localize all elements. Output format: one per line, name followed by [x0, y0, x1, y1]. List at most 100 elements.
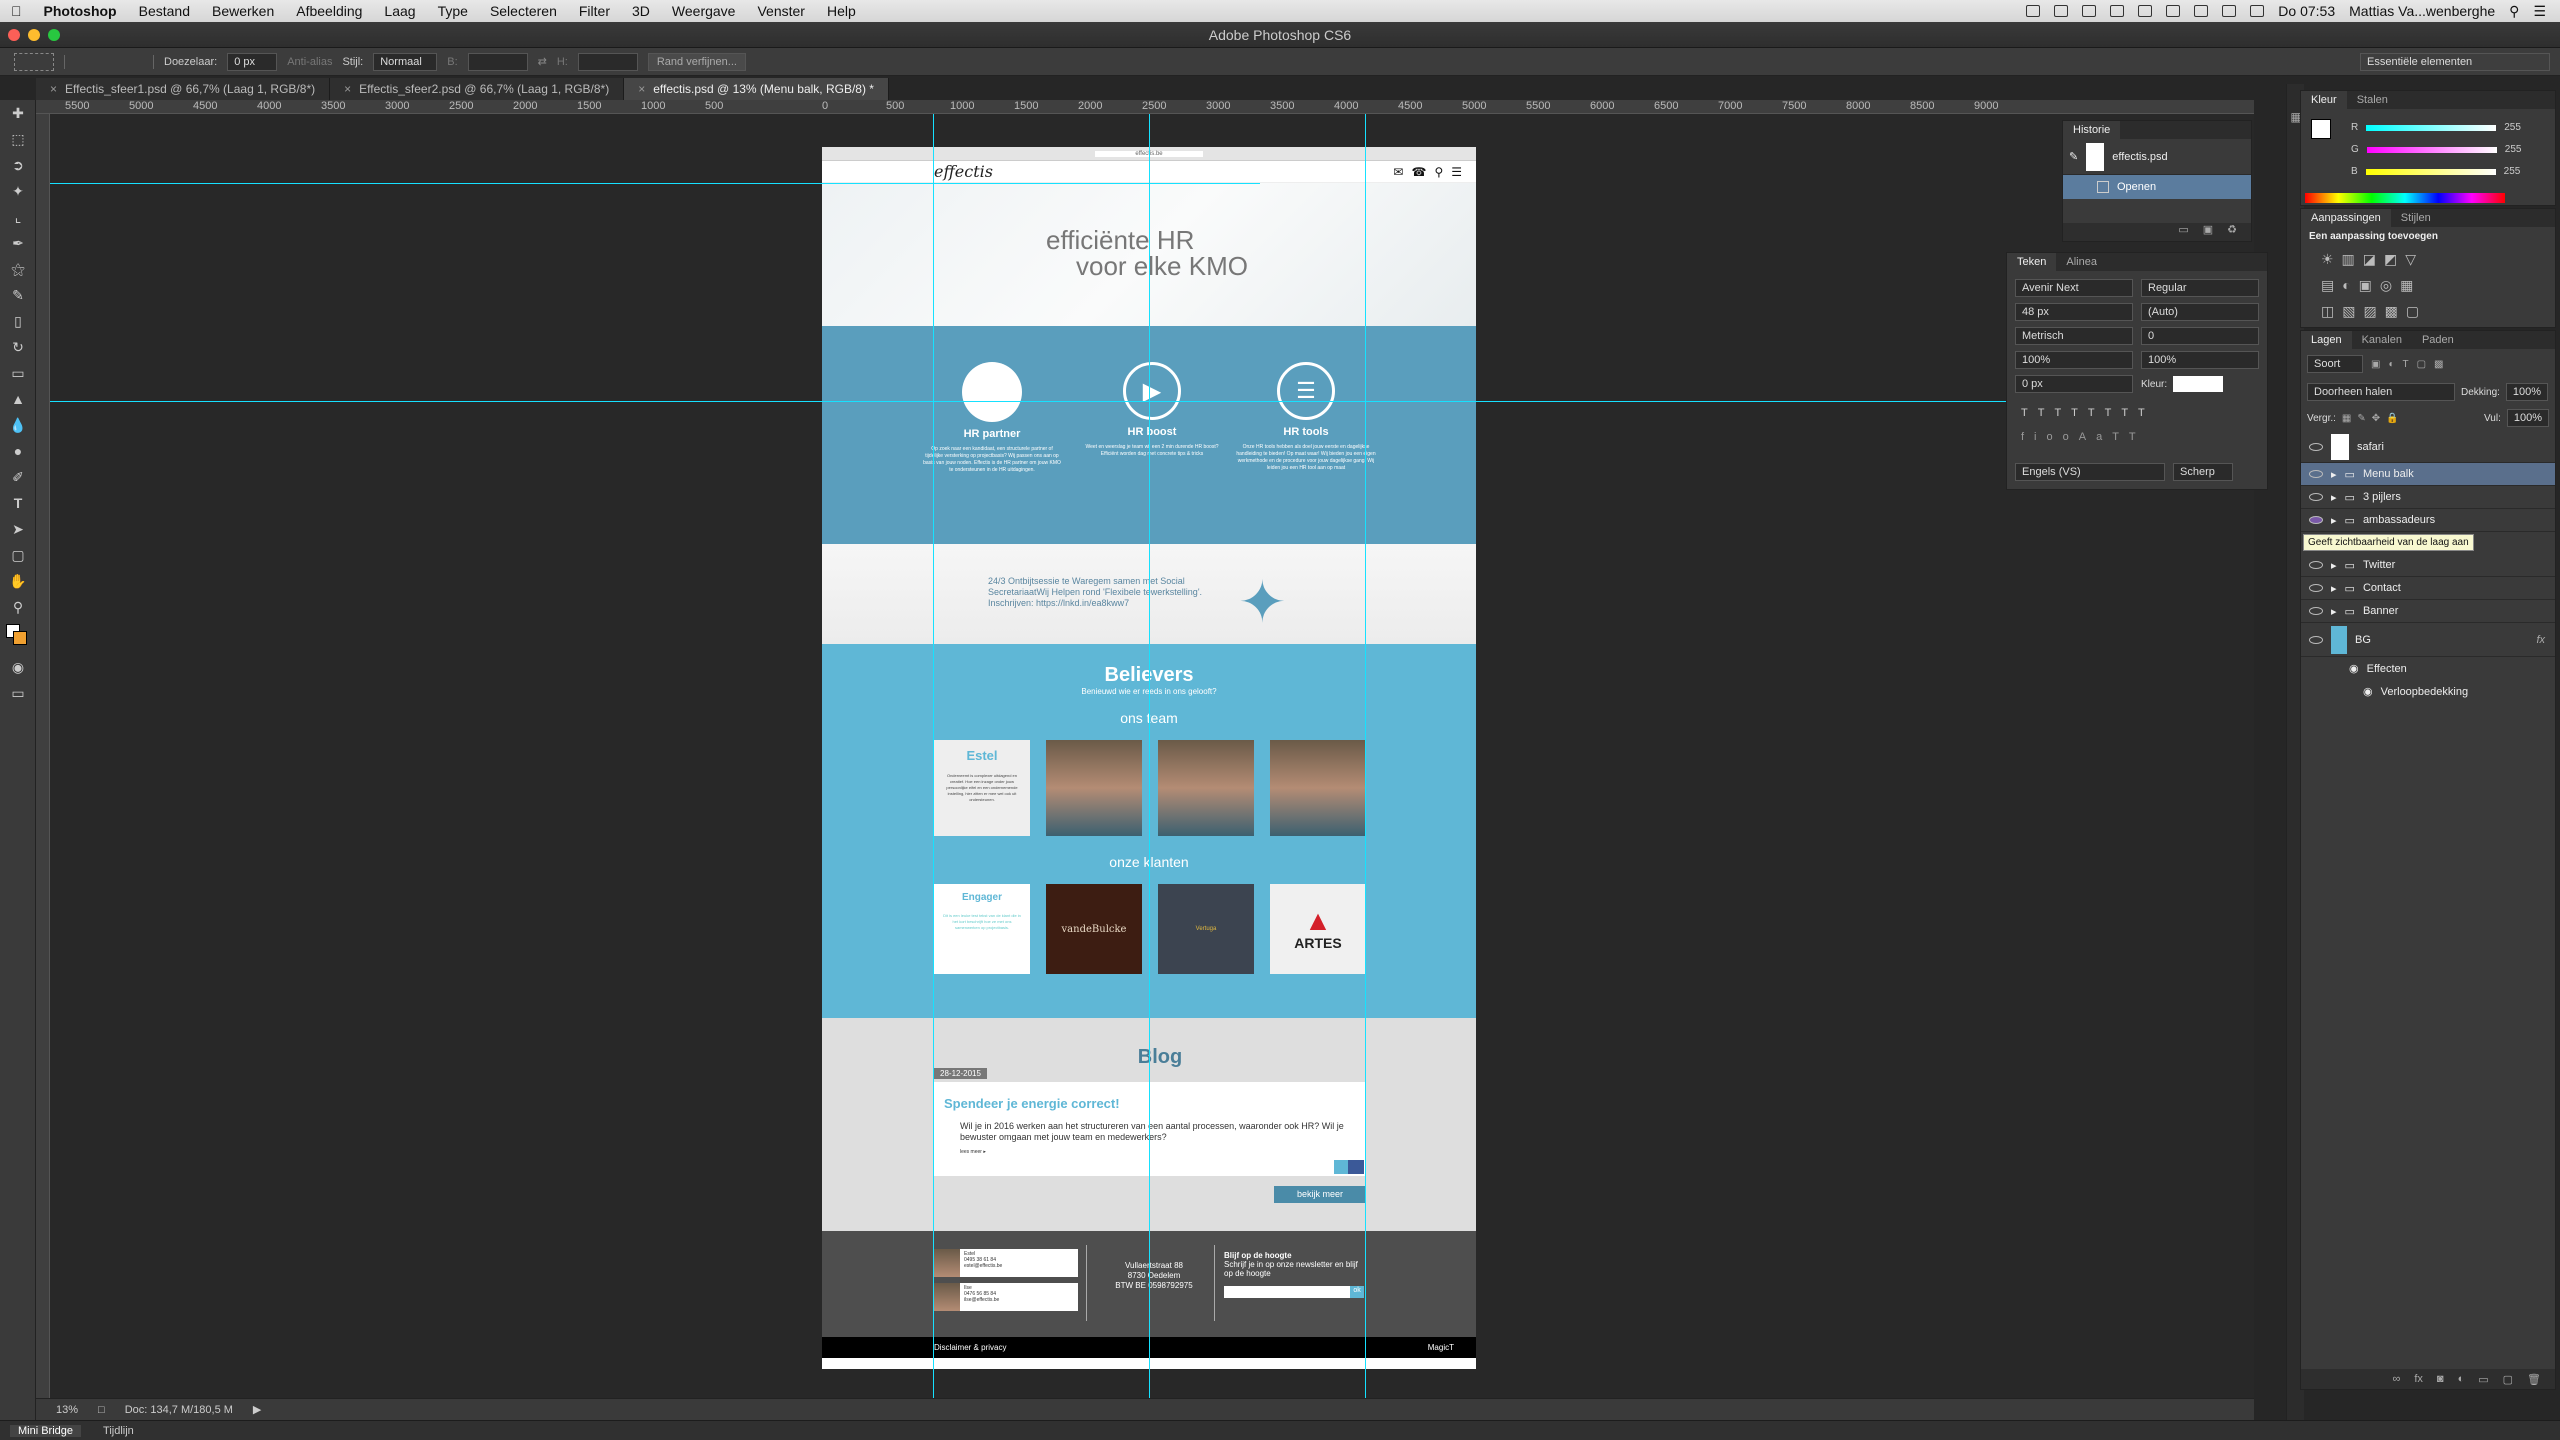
status-arrow-icon[interactable]: ▶ — [253, 1403, 261, 1416]
marquee-tool-icon[interactable]: ⬚ — [0, 126, 36, 152]
user-name[interactable]: Mattias Va...wenberghe — [2349, 3, 2495, 19]
menu-type[interactable]: Type — [427, 3, 479, 19]
mini-bridge-tab[interactable]: Mini Bridge — [10, 1424, 82, 1437]
fg-color-chip[interactable] — [2311, 119, 2331, 139]
blend-mode-select[interactable]: Doorheen halen — [2307, 383, 2455, 401]
effect-eye-icon[interactable]: ◉ — [2363, 685, 2373, 698]
shape-tool-icon[interactable]: ▢ — [0, 542, 36, 568]
layer-ambassadeurs[interactable]: ▸ ▭ ambassadeurs — [2301, 509, 2555, 532]
width-input[interactable] — [467, 52, 528, 71]
font-family-select[interactable]: Avenir Next — [2015, 279, 2133, 297]
antialias-select[interactable]: Scherp — [2173, 463, 2233, 481]
layer-filter-icons[interactable]: ▣◐T▢▩ — [2371, 359, 2452, 370]
close-tab-icon[interactable]: × — [50, 82, 57, 96]
menu-bewerken[interactable]: Bewerken — [201, 3, 285, 19]
dodge-tool-icon[interactable]: ● — [0, 438, 36, 464]
menu-bestand[interactable]: Bestand — [128, 3, 201, 19]
visibility-eye-icon[interactable] — [2309, 442, 2323, 451]
history-tab[interactable]: Historie — [2063, 121, 2121, 139]
opentype-buttons[interactable]: fiooAaTT — [2007, 425, 2267, 449]
visibility-eye-icon[interactable] — [2309, 635, 2323, 644]
disclosure-triangle-icon[interactable]: ▸ — [2331, 605, 2337, 618]
leading-input[interactable]: (Auto) — [2141, 303, 2259, 321]
marquee-tool-preset[interactable] — [14, 52, 54, 71]
tab-paths[interactable]: Paden — [2412, 331, 2464, 349]
effect-eye-icon[interactable]: ◉ — [2349, 662, 2359, 675]
disclosure-triangle-icon[interactable]: ▸ — [2331, 582, 2337, 595]
language-select[interactable]: Engels (VS) — [2015, 463, 2165, 481]
spotlight-icon[interactable]: ⚲ — [2509, 3, 2519, 20]
disclosure-triangle-icon[interactable]: ▸ — [2331, 559, 2337, 572]
guide-line[interactable] — [50, 183, 1260, 184]
layer-banner[interactable]: ▸ ▭ Banner — [2301, 600, 2555, 623]
layer-effect-gradient[interactable]: ◉ Verloopbedekking — [2301, 680, 2555, 703]
menu-weergave[interactable]: Weergave — [661, 3, 747, 19]
disclosure-triangle-icon[interactable]: ▸ — [2331, 468, 2337, 481]
baseline-shift-input[interactable]: 0 px — [2015, 375, 2133, 393]
drive-icon[interactable] — [2054, 5, 2069, 17]
tab-swatches[interactable]: Stalen — [2347, 91, 2398, 109]
menu-venster[interactable]: Venster — [746, 3, 815, 19]
tab-layers[interactable]: Lagen — [2301, 331, 2352, 349]
layer-kind-filter[interactable]: Soort — [2307, 355, 2363, 373]
layer-menu-balk[interactable]: ▸ ▭ Menu balk — [2301, 463, 2555, 486]
canvas-area[interactable]: effectis.be effectis ✉ ☎ ⚲ ☰ efficiënte … — [50, 114, 2254, 1398]
red-slider[interactable] — [2366, 125, 2497, 131]
tab-styles[interactable]: Stijlen — [2391, 209, 2441, 227]
zoom-tool-icon[interactable]: ⚲ — [0, 594, 36, 620]
crop-tool-icon[interactable]: ⌞ — [0, 204, 36, 230]
blue-value[interactable]: 255 — [2504, 161, 2521, 183]
new-layer-icon[interactable]: ▢ — [2503, 1373, 2513, 1386]
new-group-icon[interactable]: ▭ — [2478, 1373, 2488, 1386]
screen-mode-icon[interactable]: ▭ — [0, 680, 36, 706]
new-adjustment-icon[interactable]: ◐ — [2458, 1373, 2465, 1385]
history-snapshot[interactable]: ✎ effectis.psd — [2063, 139, 2251, 175]
font-size-input[interactable]: 48 px — [2015, 303, 2133, 321]
green-slider[interactable] — [2366, 147, 2497, 153]
new-document-from-state-icon[interactable]: ▭ — [2178, 223, 2188, 241]
menu-afbeelding[interactable]: Afbeelding — [285, 3, 373, 19]
layer-bg[interactable]: BG fx — [2301, 623, 2555, 657]
bluetooth-icon[interactable] — [2194, 5, 2209, 17]
tab-character[interactable]: Teken — [2007, 253, 2057, 271]
menu-filter[interactable]: Filter — [568, 3, 621, 19]
type-style-buttons[interactable]: TTTTTTTT — [2007, 401, 2267, 425]
tab-channels[interactable]: Kanalen — [2352, 331, 2412, 349]
wifi-icon[interactable] — [2222, 5, 2237, 17]
menu-3d[interactable]: 3D — [621, 3, 661, 19]
menu-laag[interactable]: Laag — [373, 3, 426, 19]
guide-line[interactable] — [1365, 114, 1366, 1398]
color-swatches[interactable] — [0, 620, 36, 654]
tab-paragraph[interactable]: Alinea — [2056, 253, 2107, 271]
path-selection-tool-icon[interactable]: ➤ — [0, 516, 36, 542]
menu-selecteren[interactable]: Selecteren — [479, 3, 568, 19]
display-icon[interactable] — [2110, 5, 2125, 17]
magic-wand-tool-icon[interactable]: ✦ — [0, 178, 36, 204]
background-color-swatch[interactable] — [13, 631, 27, 645]
refine-edge-button[interactable]: Rand verfijnen... — [647, 52, 746, 71]
quick-mask-icon[interactable]: ◉ — [0, 654, 36, 680]
apple-icon[interactable]:  — [0, 3, 33, 19]
height-input[interactable] — [577, 52, 638, 71]
app-menu[interactable]: Photoshop — [33, 3, 128, 19]
layer-contact[interactable]: ▸ ▭ Contact — [2301, 577, 2555, 600]
antialias-checkbox[interactable]: Anti-alias — [287, 56, 332, 68]
status-menu-icon[interactable]: □ — [98, 1404, 105, 1416]
zoom-window-button[interactable] — [48, 29, 60, 41]
vertical-scale-input[interactable]: 100% — [2015, 351, 2133, 369]
kerning-select[interactable]: Metrisch — [2015, 327, 2133, 345]
hand-tool-icon[interactable]: ✋ — [0, 568, 36, 594]
close-tab-icon[interactable]: × — [638, 82, 645, 96]
doc-tab-sfeer2[interactable]: × Effectis_sfeer2.psd @ 66,7% (Laag 1, RG… — [330, 78, 625, 100]
guide-line[interactable] — [933, 114, 934, 1398]
chrome-icon[interactable] — [2082, 5, 2097, 17]
timemachine-icon[interactable] — [2166, 5, 2181, 17]
visibility-eye-icon[interactable] — [2309, 493, 2323, 501]
font-style-select[interactable]: Regular — [2141, 279, 2259, 297]
move-tool-icon[interactable]: ✚ — [0, 100, 36, 126]
layer-safari[interactable]: safari — [2301, 431, 2555, 463]
visibility-eye-icon[interactable] — [2309, 516, 2323, 524]
visibility-eye-icon[interactable] — [2309, 584, 2323, 592]
fill-input[interactable]: 100% — [2506, 409, 2549, 427]
blue-slider[interactable] — [2365, 169, 2496, 175]
